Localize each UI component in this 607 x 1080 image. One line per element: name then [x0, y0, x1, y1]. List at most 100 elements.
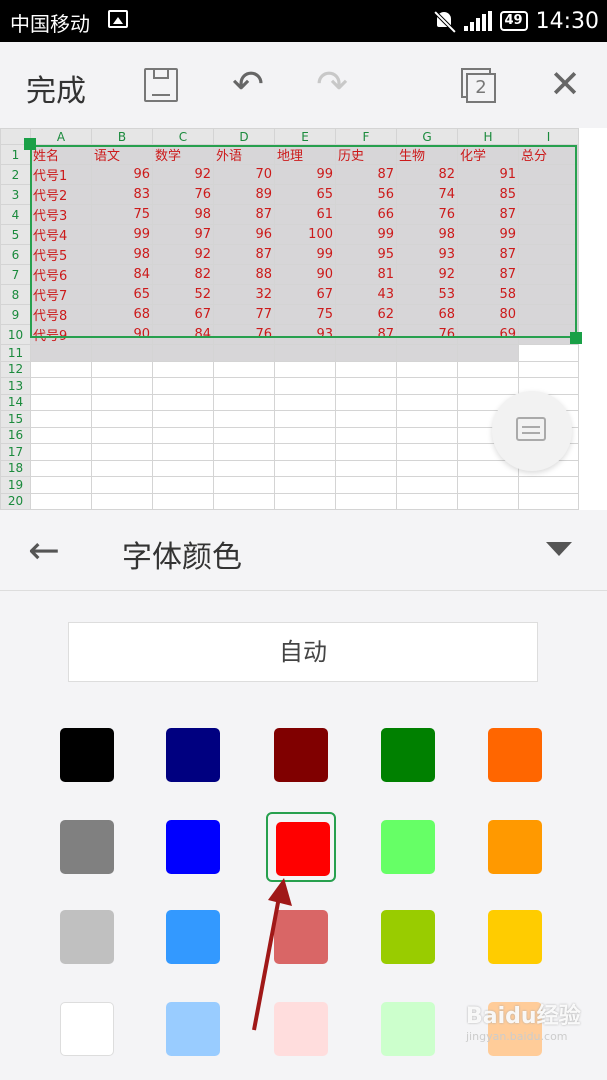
cell[interactable]: 68: [91, 304, 153, 325]
row-header[interactable]: 14: [0, 393, 31, 411]
column-header[interactable]: F: [335, 128, 397, 145]
cell[interactable]: 62: [335, 304, 397, 325]
cell[interactable]: [274, 426, 336, 444]
cell[interactable]: 代号5: [30, 244, 92, 265]
cell[interactable]: [518, 164, 579, 185]
color-swatch[interactable]: [266, 812, 336, 882]
cell[interactable]: [274, 344, 336, 362]
color-swatch[interactable]: [158, 812, 228, 882]
cell[interactable]: 84: [91, 264, 153, 285]
row-header[interactable]: 18: [0, 459, 31, 477]
cell[interactable]: [274, 393, 336, 411]
cell[interactable]: 89: [213, 184, 275, 205]
cell[interactable]: [30, 393, 92, 411]
column-header[interactable]: D: [213, 128, 275, 145]
save-icon[interactable]: [144, 68, 178, 102]
color-swatch[interactable]: [158, 720, 228, 790]
cell[interactable]: [518, 492, 579, 510]
cell[interactable]: 姓名: [30, 144, 92, 165]
row-header[interactable]: 9: [0, 304, 31, 325]
cell[interactable]: 代号7: [30, 284, 92, 305]
cell[interactable]: [213, 426, 275, 444]
cell[interactable]: 99: [274, 164, 336, 185]
row-header[interactable]: 3: [0, 184, 31, 205]
cell[interactable]: [213, 443, 275, 461]
cell[interactable]: 87: [213, 204, 275, 225]
cell[interactable]: [152, 410, 214, 428]
cell[interactable]: [396, 360, 458, 378]
row-header[interactable]: 5: [0, 224, 31, 245]
cell[interactable]: [396, 443, 458, 461]
cell[interactable]: [274, 492, 336, 510]
cell[interactable]: 91: [457, 164, 519, 185]
cell[interactable]: [274, 360, 336, 378]
cell[interactable]: [335, 476, 397, 494]
cell[interactable]: 93: [396, 244, 458, 265]
cell[interactable]: [335, 377, 397, 395]
cell[interactable]: [152, 344, 214, 362]
color-swatch[interactable]: [158, 902, 228, 972]
cell[interactable]: 99: [457, 224, 519, 245]
color-swatch[interactable]: [373, 902, 443, 972]
cell[interactable]: [91, 476, 153, 494]
cell[interactable]: 43: [335, 284, 397, 305]
cell[interactable]: [457, 344, 519, 362]
back-arrow-icon[interactable]: ←: [28, 530, 60, 570]
cell[interactable]: [518, 224, 579, 245]
cell[interactable]: 90: [91, 324, 153, 345]
cell[interactable]: [274, 459, 336, 477]
row-header[interactable]: 19: [0, 476, 31, 494]
cell[interactable]: 87: [213, 244, 275, 265]
cell[interactable]: 外语: [213, 144, 275, 165]
selection-handle-start[interactable]: [24, 138, 36, 150]
cell[interactable]: 58: [457, 284, 519, 305]
cell[interactable]: 77: [213, 304, 275, 325]
cell[interactable]: 92: [152, 164, 214, 185]
cell[interactable]: 87: [335, 164, 397, 185]
cell[interactable]: [396, 410, 458, 428]
row-header[interactable]: 2: [0, 164, 31, 185]
row-header[interactable]: 15: [0, 410, 31, 428]
cell[interactable]: 80: [457, 304, 519, 325]
cell[interactable]: 52: [152, 284, 214, 305]
cell[interactable]: 100: [274, 224, 336, 245]
color-swatch[interactable]: [266, 994, 336, 1064]
cell[interactable]: [30, 492, 92, 510]
row-header[interactable]: 6: [0, 244, 31, 265]
cell[interactable]: 语文: [91, 144, 153, 165]
cell[interactable]: 87: [457, 244, 519, 265]
cell[interactable]: [335, 459, 397, 477]
redo-icon[interactable]: ↷: [312, 64, 352, 104]
cell[interactable]: 总分: [518, 144, 579, 165]
cell[interactable]: [213, 476, 275, 494]
cell[interactable]: [152, 459, 214, 477]
cell[interactable]: [91, 360, 153, 378]
cell[interactable]: 92: [152, 244, 214, 265]
cell[interactable]: 83: [91, 184, 153, 205]
row-header[interactable]: 13: [0, 377, 31, 395]
selection-handle-end[interactable]: [570, 332, 582, 344]
cell[interactable]: [30, 360, 92, 378]
cell[interactable]: [30, 344, 92, 362]
cell[interactable]: 82: [152, 264, 214, 285]
cell[interactable]: 56: [335, 184, 397, 205]
color-swatch[interactable]: [373, 812, 443, 882]
cell[interactable]: 生物: [396, 144, 458, 165]
cell[interactable]: [91, 443, 153, 461]
cell[interactable]: [152, 377, 214, 395]
cell[interactable]: [274, 443, 336, 461]
cell[interactable]: 76: [396, 324, 458, 345]
color-swatch[interactable]: [266, 902, 336, 972]
cell[interactable]: [213, 492, 275, 510]
row-header[interactable]: 4: [0, 204, 31, 225]
cell[interactable]: 67: [152, 304, 214, 325]
cell[interactable]: 85: [457, 184, 519, 205]
cell[interactable]: [518, 244, 579, 265]
cell[interactable]: [518, 284, 579, 305]
cell[interactable]: 数学: [152, 144, 214, 165]
color-swatch[interactable]: [373, 720, 443, 790]
cell[interactable]: [396, 492, 458, 510]
cell[interactable]: [30, 426, 92, 444]
cell[interactable]: [335, 360, 397, 378]
cell[interactable]: 代号2: [30, 184, 92, 205]
